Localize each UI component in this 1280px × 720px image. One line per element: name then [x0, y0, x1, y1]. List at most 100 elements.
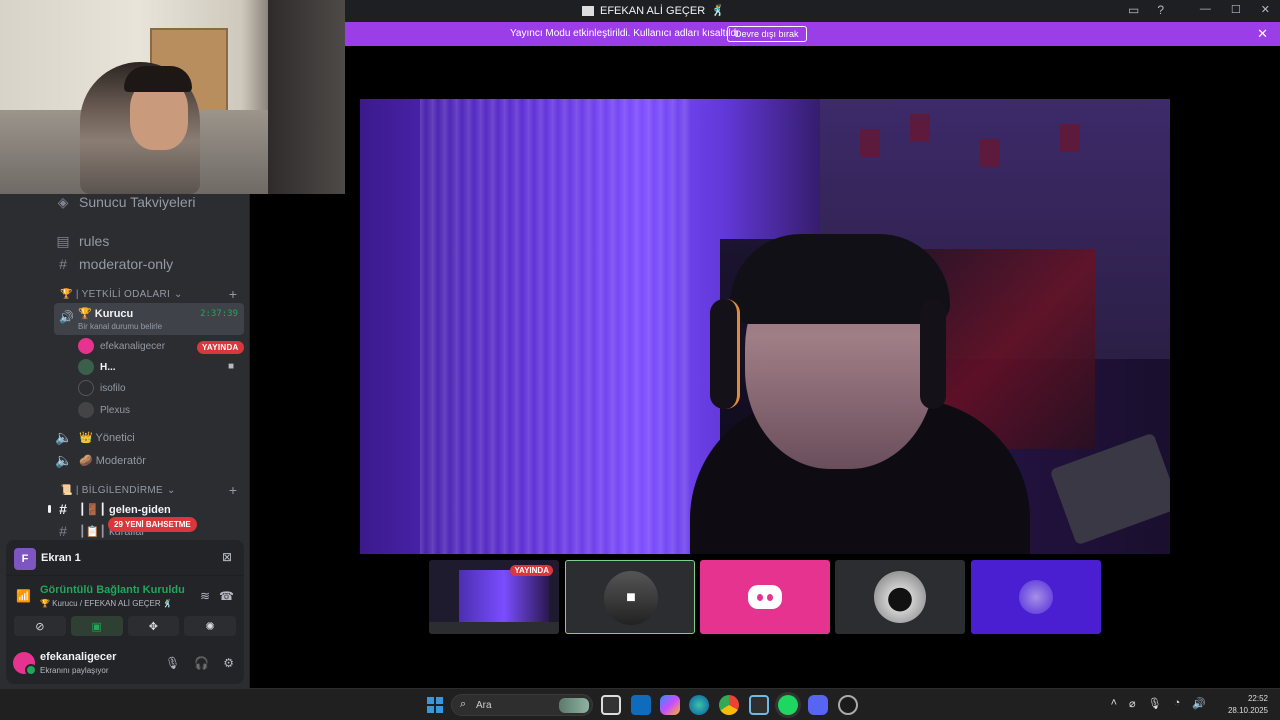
- soundboard-button[interactable]: ✺: [184, 616, 236, 636]
- clock[interactable]: 22:52 28.10.2025: [1228, 693, 1268, 717]
- windows-taskbar: ⌕ Ara ˄ ⌀ 🎙 ◔ 🔊 22:52 28.10.2025: [0, 688, 1280, 720]
- rules-icon: ▤: [56, 232, 70, 249]
- hash-icon: #: [59, 501, 67, 517]
- settings-app-icon[interactable]: [749, 695, 769, 715]
- category-label: 📜 | BİLGİLENDİRME: [60, 485, 163, 496]
- disconnect-icon[interactable]: ☎: [219, 589, 234, 603]
- headset: [920, 299, 946, 409]
- volume-icon[interactable]: 🔊: [1192, 697, 1206, 710]
- main-video-stream[interactable]: [360, 99, 1170, 554]
- network-icon[interactable]: ⌀: [1129, 697, 1136, 710]
- category-info[interactable]: 📜 | BİLGİLENDİRME ⌄: [60, 485, 176, 496]
- stream-stage: YAYINDA ■: [345, 46, 1280, 688]
- participant-tile-purple[interactable]: [971, 560, 1101, 634]
- window-title-text: EFEKAN ALİ GEÇER: [600, 4, 706, 17]
- user-controls: 🎙 🎧 ⚙: [165, 656, 234, 670]
- steam-icon[interactable]: [838, 695, 858, 715]
- voice-user[interactable]: efekanaligecer: [78, 336, 165, 356]
- participant-tile-camera[interactable]: ■: [565, 560, 695, 634]
- screen-share-title: Ekran 1: [41, 552, 81, 564]
- voice-user-name: H...: [100, 361, 116, 373]
- close-icon[interactable]: ✕: [1261, 3, 1270, 16]
- discord-icon[interactable]: [808, 695, 828, 715]
- participant-tile-motorbike[interactable]: [835, 560, 965, 634]
- category-authority-rooms[interactable]: 🏆 | YETKİLİ ODALARI ⌄: [60, 289, 183, 300]
- sidebar-item-label: moderator-only: [79, 256, 174, 272]
- voice-channel-status[interactable]: Bir kanal durumu belirle: [78, 322, 162, 331]
- voice-channel-yonetici[interactable]: 🔈 👑 Yönetici: [55, 426, 135, 448]
- help-icon[interactable]: ?: [1157, 3, 1164, 17]
- screen-share-button[interactable]: ▣: [70, 616, 123, 636]
- voice-channel-moderator[interactable]: 🔈 🥔 Moderatör: [55, 449, 146, 471]
- poster: [1060, 124, 1080, 152]
- sidebar-item-server-boosts[interactable]: ◈ Sunucu Takviyeleri: [55, 191, 196, 213]
- taskbar-search[interactable]: ⌕ Ara: [451, 694, 593, 716]
- voice-user[interactable]: Plexus: [78, 400, 130, 420]
- headset: [710, 299, 740, 409]
- sidebar-item-rules[interactable]: ▤ rules: [55, 230, 109, 252]
- camera-off-button[interactable]: ⊘: [14, 616, 66, 636]
- new-mentions-badge[interactable]: 29 YENİ BAHSETME: [108, 517, 197, 532]
- voice-user[interactable]: isofilo: [78, 378, 126, 398]
- curtain: [420, 99, 690, 554]
- add-channel-icon[interactable]: +: [229, 286, 237, 302]
- voice-channel-label: 👑 Yönetici: [79, 431, 135, 444]
- poster: [910, 114, 930, 142]
- add-channel-icon[interactable]: +: [229, 482, 237, 498]
- avatar: [78, 359, 94, 375]
- sidebar-item-moderator-only[interactable]: # moderator-only: [55, 253, 173, 275]
- search-placeholder: Ara: [476, 700, 492, 711]
- participant-tile-discord[interactable]: [700, 560, 830, 634]
- signal-icon[interactable]: 📶: [16, 589, 31, 603]
- microphone-icon[interactable]: 🎙: [1148, 697, 1162, 710]
- inbox-icon[interactable]: ▭: [1128, 3, 1139, 17]
- activities-button[interactable]: ✥: [127, 616, 180, 636]
- outlook-icon[interactable]: [631, 695, 651, 715]
- wifi-icon[interactable]: ◔: [1174, 697, 1181, 710]
- windows-start-icon[interactable]: [427, 697, 443, 713]
- voice-user-name: Plexus: [100, 404, 131, 416]
- doorframe: [268, 0, 345, 194]
- minimize-icon[interactable]: —: [1200, 3, 1211, 16]
- discord-window: ◈ Sunucu Takviyeleri ▤ rules # moderator…: [0, 0, 1280, 720]
- voice-channel-label: 🥔 Moderatör: [79, 454, 146, 467]
- avatar: [78, 380, 94, 396]
- category-label: 🏆 | YETKİLİ ODALARI: [60, 289, 171, 300]
- voice-user-name: efekanaligecer: [100, 340, 166, 352]
- copilot-icon[interactable]: [660, 695, 680, 715]
- stop-share-icon[interactable]: ⊠: [222, 550, 232, 564]
- gear-icon[interactable]: ⚙: [223, 656, 234, 670]
- screen-share-card[interactable]: F Ekran 1 ⊠: [6, 540, 244, 576]
- notice-message: Yayıncı Modu etkinleştirildi. Kullanıcı …: [510, 28, 742, 39]
- window-title: EFEKAN ALİ GEÇER 🕺: [582, 4, 725, 17]
- connection-title[interactable]: Görüntülü Bağlantı Kuruldu: [40, 584, 185, 596]
- live-badge: YAYINDA: [510, 565, 553, 576]
- participant-tile-screen[interactable]: YAYINDA: [429, 560, 559, 634]
- chevron-up-icon[interactable]: ˄: [1111, 697, 1117, 710]
- title-tools: ▭ ?: [1128, 3, 1164, 17]
- task-view-icon[interactable]: [601, 695, 621, 715]
- title-bar: EFEKAN ALİ GEÇER 🕺 ▭ ? — ☐ ✕: [345, 0, 1280, 22]
- noise-suppression-icon[interactable]: ≋: [200, 589, 210, 603]
- connection-channel[interactable]: 🏆 Kurucu / EFEKAN ALİ GEÇER 🕺: [40, 599, 173, 608]
- headphones-icon[interactable]: 🎧: [194, 656, 209, 670]
- chrome-icon[interactable]: [719, 695, 739, 715]
- voice-channel-kurucu[interactable]: 🔊 🏆 Kurucu Bir kanal durumu belirle 2:37…: [54, 303, 244, 335]
- spotify-icon[interactable]: [778, 695, 798, 715]
- maximize-icon[interactable]: ☐: [1231, 3, 1241, 16]
- soundboard-icon: ✺: [205, 620, 215, 633]
- voice-user[interactable]: H...: [78, 357, 116, 377]
- app-logo: F: [14, 548, 36, 570]
- channel-label: ┃🚪┃ gelen-giden: [79, 503, 171, 516]
- speaker-icon: 🔈: [55, 451, 73, 468]
- microphone-arm: [1049, 432, 1170, 546]
- chevron-down-icon: ⌄: [166, 485, 176, 496]
- current-user[interactable]: efekanaligecer Ekranını paylaşıyor 🎙 🎧 ⚙: [6, 646, 244, 682]
- clock-date: 28.10.2025: [1227, 706, 1268, 715]
- disable-button[interactable]: Devre dışı bırak: [727, 26, 807, 42]
- microphone-icon[interactable]: 🎙: [165, 656, 180, 670]
- person-hair: [730, 234, 950, 324]
- close-icon[interactable]: ✕: [1257, 26, 1268, 42]
- media-controls: ⊘ ▣ ✥ ✺: [14, 616, 236, 636]
- edge-icon[interactable]: [689, 695, 709, 715]
